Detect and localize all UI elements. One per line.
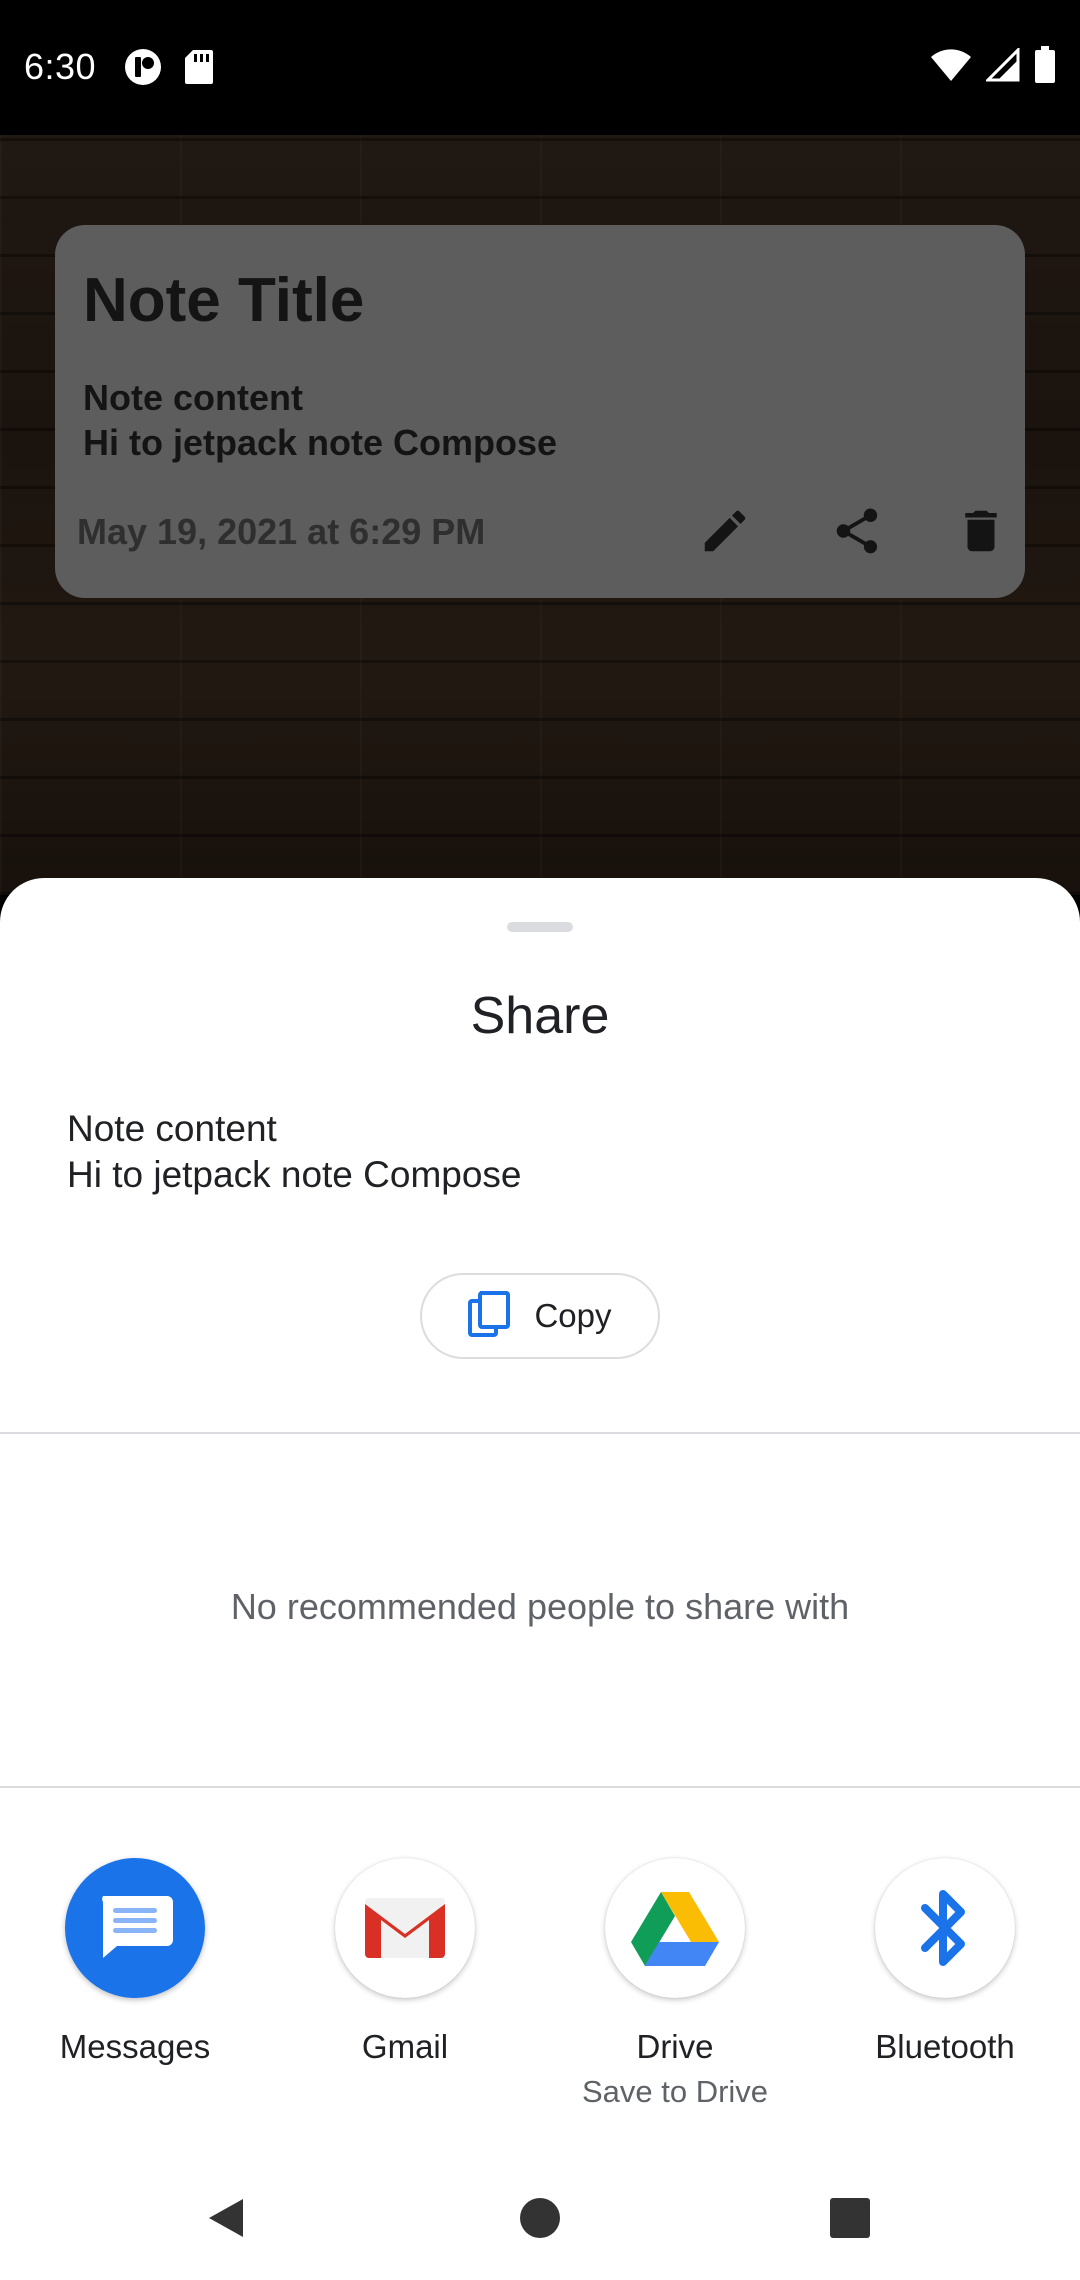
share-target-label: Messages <box>59 2028 211 2065</box>
note-date: May 19, 2021 at 6:29 PM <box>77 511 486 552</box>
cell-signal-icon <box>984 46 1020 87</box>
note-title: Note Title <box>83 266 365 335</box>
copy-button[interactable]: Copy <box>420 1273 660 1359</box>
copy-label: Copy <box>534 1297 612 1334</box>
navigation-bar <box>0 2160 1080 2280</box>
gmail-icon <box>335 1858 475 1998</box>
sd-card-icon <box>184 48 214 91</box>
share-sheet: Share Note content Hi to jetpack note Co… <box>0 878 1080 2280</box>
status-time: 6:30 <box>24 46 97 87</box>
status-system-icons <box>930 46 1056 89</box>
share-icon <box>830 504 884 563</box>
home-icon <box>518 2196 562 2245</box>
share-target-sublabel: Save to Drive <box>581 2074 769 2109</box>
back-icon <box>203 2195 249 2246</box>
share-target-gmail[interactable]: Gmail <box>270 1858 540 2066</box>
drag-handle[interactable] <box>507 922 573 932</box>
bluetooth-icon <box>875 1858 1015 1998</box>
wifi-icon <box>930 48 972 87</box>
share-target-messages[interactable]: Messages <box>0 1858 270 2066</box>
edit-button[interactable] <box>693 501 757 565</box>
recents-button[interactable] <box>820 2190 880 2250</box>
edit-icon <box>698 504 752 563</box>
no-people-message: No recommended people to share with <box>230 1586 850 1627</box>
copy-icon <box>468 1290 511 1342</box>
messages-icon <box>65 1858 205 1998</box>
back-button[interactable] <box>196 2190 256 2250</box>
share-preview-text: Note content Hi to jetpack note Compose <box>67 1108 522 1195</box>
delete-icon <box>954 504 1008 563</box>
share-target-drive[interactable]: Drive Save to Drive <box>540 1858 810 2110</box>
share-target-label: Bluetooth <box>875 2028 1015 2065</box>
recents-icon <box>829 2197 871 2244</box>
drive-icon <box>605 1858 745 1998</box>
share-target-label: Drive <box>636 2028 714 2065</box>
divider-top <box>0 1432 1080 1434</box>
divider-bottom <box>0 1786 1080 1788</box>
share-targets: Messages Gmail Drive Save to Drive Bluet… <box>0 1858 1080 2118</box>
note-content: Note content Hi to jetpack note Compose <box>83 377 558 463</box>
notification-app-icon <box>124 48 162 91</box>
note-card: Note Title Note content Hi to jetpack no… <box>55 225 1025 598</box>
share-sheet-title: Share <box>470 987 610 1045</box>
share-target-label: Gmail <box>361 2028 449 2065</box>
home-button[interactable] <box>510 2190 570 2250</box>
delete-button[interactable] <box>949 501 1013 565</box>
status-notification-icons <box>124 48 214 91</box>
battery-icon <box>1034 46 1056 89</box>
status-bar: 6:30 <box>0 0 1080 135</box>
share-button[interactable] <box>825 501 889 565</box>
share-target-bluetooth[interactable]: Bluetooth <box>810 1858 1080 2066</box>
